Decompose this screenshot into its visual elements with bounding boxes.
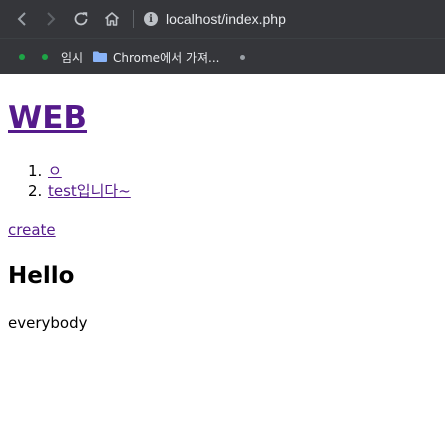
list-item: 1. ㅇ	[28, 161, 131, 181]
topic-link[interactable]: ㅇ	[48, 162, 62, 180]
address-bar[interactable]: i localhost/index.php	[138, 5, 438, 33]
content-heading: Hello	[8, 263, 75, 289]
reload-button[interactable]	[70, 8, 92, 30]
list-item-number: 1.	[28, 162, 43, 180]
bookmark-folder-imported[interactable]: Chrome에서 가져...	[113, 49, 220, 66]
home-icon	[104, 12, 120, 26]
bookmark-temp[interactable]: 임시	[61, 49, 83, 66]
arrow-left-icon	[17, 12, 26, 26]
folder-icon	[93, 51, 107, 62]
back-button[interactable]	[11, 8, 33, 30]
browser-chrome: i localhost/index.php 임시 Chrome에서 가져...	[0, 0, 445, 74]
extension-dot-icon[interactable]	[42, 54, 48, 60]
arrow-right-icon	[47, 12, 56, 26]
more-bookmarks-icon[interactable]	[240, 55, 245, 60]
list-item-number: 2.	[28, 182, 43, 200]
url-text[interactable]: localhost/index.php	[166, 11, 286, 27]
reload-icon	[74, 12, 88, 26]
topic-link[interactable]: test입니다~	[48, 182, 131, 200]
bookmarks-bar: 임시 Chrome에서 가져...	[0, 38, 445, 74]
forward-button[interactable]	[40, 8, 62, 30]
browser-toolbar: i localhost/index.php	[0, 0, 445, 38]
content-body: everybody	[8, 314, 88, 332]
topic-list: 1. ㅇ 2. test입니다~	[28, 161, 131, 201]
create-link[interactable]: create	[8, 221, 56, 239]
site-title-link[interactable]: WEB	[8, 100, 87, 136]
extension-dot-icon[interactable]	[19, 54, 25, 60]
page-content: WEB 1. ㅇ 2. test입니다~ create Hello everyb…	[0, 74, 445, 433]
list-item: 2. test입니다~	[28, 181, 131, 201]
info-icon[interactable]: i	[144, 12, 158, 26]
home-button[interactable]	[101, 8, 123, 30]
toolbar-separator	[133, 10, 134, 28]
